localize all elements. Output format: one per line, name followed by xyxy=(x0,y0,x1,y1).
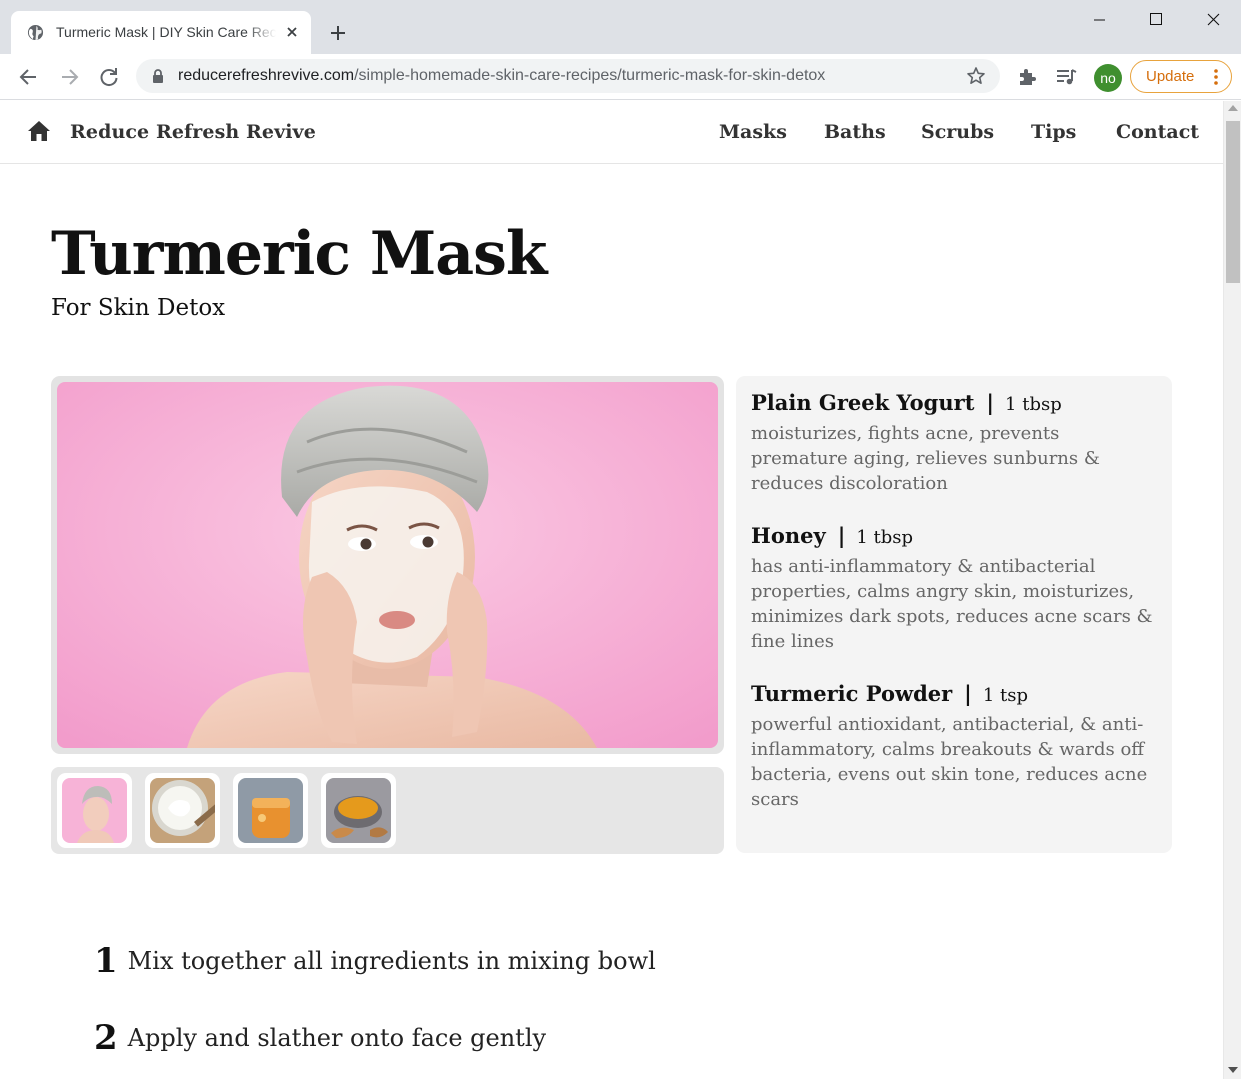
ingredient-quantity: 1 tsp xyxy=(982,685,1028,706)
page-scrollbar[interactable] xyxy=(1223,101,1241,1079)
browser-titlebar: Turmeric Mask | DIY Skin Care Recipes xyxy=(0,0,1241,54)
nav-tips[interactable]: Tips xyxy=(1031,121,1076,143)
scrollbar-thumb[interactable] xyxy=(1226,121,1240,283)
ingredient-description: moisturizes, fights acne, prevents prema… xyxy=(751,423,1100,494)
step-number: 2 xyxy=(94,1018,118,1058)
globe-icon xyxy=(27,24,44,41)
ingredient-item: Plain Greek Yogurt | 1 tbsp moisturizes, f… xyxy=(751,390,1161,496)
tab-title: Turmeric Mask | DIY Skin Care Recipes xyxy=(56,24,276,40)
url-path: /simple-homemade-skin-care-recipes/turme… xyxy=(354,67,826,84)
media-queue-icon[interactable] xyxy=(1055,66,1077,88)
thumbnail-image xyxy=(150,778,215,843)
close-icon[interactable] xyxy=(283,23,301,41)
ingredient-heading: Plain Greek Yogurt | 1 tbsp xyxy=(751,390,1161,415)
site-brand[interactable]: Reduce Refresh Revive xyxy=(70,121,316,143)
woman-face-mask-illustration xyxy=(57,382,718,748)
step-item: 2 Apply and slather onto face gently xyxy=(94,1018,546,1058)
lock-icon[interactable] xyxy=(151,68,165,84)
ingredient-item: Turmeric Powder | 1 tsp powerful antioxida… xyxy=(751,681,1161,812)
update-button[interactable]: Update xyxy=(1130,60,1232,93)
window-close-icon[interactable] xyxy=(1184,0,1241,40)
ingredient-name: Turmeric Powder xyxy=(751,681,953,706)
ingredient-description: has anti-inflammatory & antibacterial pr… xyxy=(751,556,1153,652)
ingredient-separator: | xyxy=(964,681,972,706)
browser-toolbar: reducerefreshrevive.com/simple-homemade-… xyxy=(0,54,1241,100)
profile-avatar[interactable]: no xyxy=(1094,64,1122,92)
plus-icon[interactable] xyxy=(326,21,350,45)
thumbnail-face-mask[interactable] xyxy=(57,773,132,848)
thumbnail-image xyxy=(62,778,127,843)
update-label: Update xyxy=(1146,68,1195,85)
thumbnail-image xyxy=(238,778,303,843)
back-icon[interactable] xyxy=(14,62,44,92)
scroll-up-arrow-icon[interactable] xyxy=(1228,105,1238,111)
step-text: Mix together all ingredients in mixing b… xyxy=(127,947,656,975)
url-host: reducerefreshrevive.com xyxy=(178,67,355,84)
ingredient-item: Honey | 1 tbsp has anti-inflammatory & ant… xyxy=(751,523,1161,654)
nav-scrubs[interactable]: Scrubs xyxy=(921,121,994,143)
step-number: 1 xyxy=(94,941,118,981)
ingredient-heading: Honey | 1 tbsp xyxy=(751,523,1161,548)
star-icon[interactable] xyxy=(966,66,986,86)
ingredient-quantity: 1 tbsp xyxy=(856,527,914,548)
ingredient-separator: | xyxy=(837,523,846,548)
forward-icon[interactable] xyxy=(54,62,84,92)
site-header: Reduce Refresh Revive Masks Baths Scrubs… xyxy=(0,101,1223,164)
ingredient-name: Honey xyxy=(751,523,826,548)
step-text: Apply and slather onto face gently xyxy=(127,1024,547,1052)
thumbnail-strip xyxy=(51,767,724,854)
url-text: reducerefreshrevive.com/simple-homemade-… xyxy=(178,67,825,85)
ingredient-separator: | xyxy=(986,390,995,415)
nav-contact[interactable]: Contact xyxy=(1116,121,1199,143)
hero-image-frame xyxy=(51,376,724,754)
ingredient-name: Plain Greek Yogurt xyxy=(751,390,975,415)
scroll-down-arrow-icon[interactable] xyxy=(1228,1067,1238,1073)
ingredient-description: powerful antioxidant, antibacterial, & a… xyxy=(751,714,1148,810)
page-viewport: Reduce Refresh Revive Masks Baths Scrubs… xyxy=(0,101,1223,1079)
thumbnail-image xyxy=(326,778,391,843)
browser-tab[interactable]: Turmeric Mask | DIY Skin Care Recipes xyxy=(11,11,311,54)
thumbnail-honey[interactable] xyxy=(233,773,308,848)
minimize-icon[interactable] xyxy=(1070,0,1128,40)
reload-icon[interactable] xyxy=(94,62,124,92)
nav-masks[interactable]: Masks xyxy=(719,121,787,143)
step-item: 1 Mix together all ingredients in mixing … xyxy=(94,941,656,981)
maximize-icon[interactable] xyxy=(1127,0,1185,40)
page-title: Turmeric Mask xyxy=(51,219,548,289)
puzzle-icon[interactable] xyxy=(1016,66,1038,88)
page-subtitle: For Skin Detox xyxy=(51,295,226,321)
ingredients-panel: Plain Greek Yogurt | 1 tbsp moisturizes, f… xyxy=(736,376,1172,853)
address-bar[interactable]: reducerefreshrevive.com/simple-homemade-… xyxy=(136,59,1000,93)
hero-image[interactable] xyxy=(57,382,718,748)
kebab-icon xyxy=(1214,69,1218,85)
ingredient-quantity: 1 tbsp xyxy=(1005,394,1062,415)
nav-baths[interactable]: Baths xyxy=(824,121,886,143)
home-icon[interactable] xyxy=(27,120,51,142)
thumbnail-yogurt[interactable] xyxy=(145,773,220,848)
thumbnail-turmeric[interactable] xyxy=(321,773,396,848)
ingredient-heading: Turmeric Powder | 1 tsp xyxy=(751,681,1161,706)
